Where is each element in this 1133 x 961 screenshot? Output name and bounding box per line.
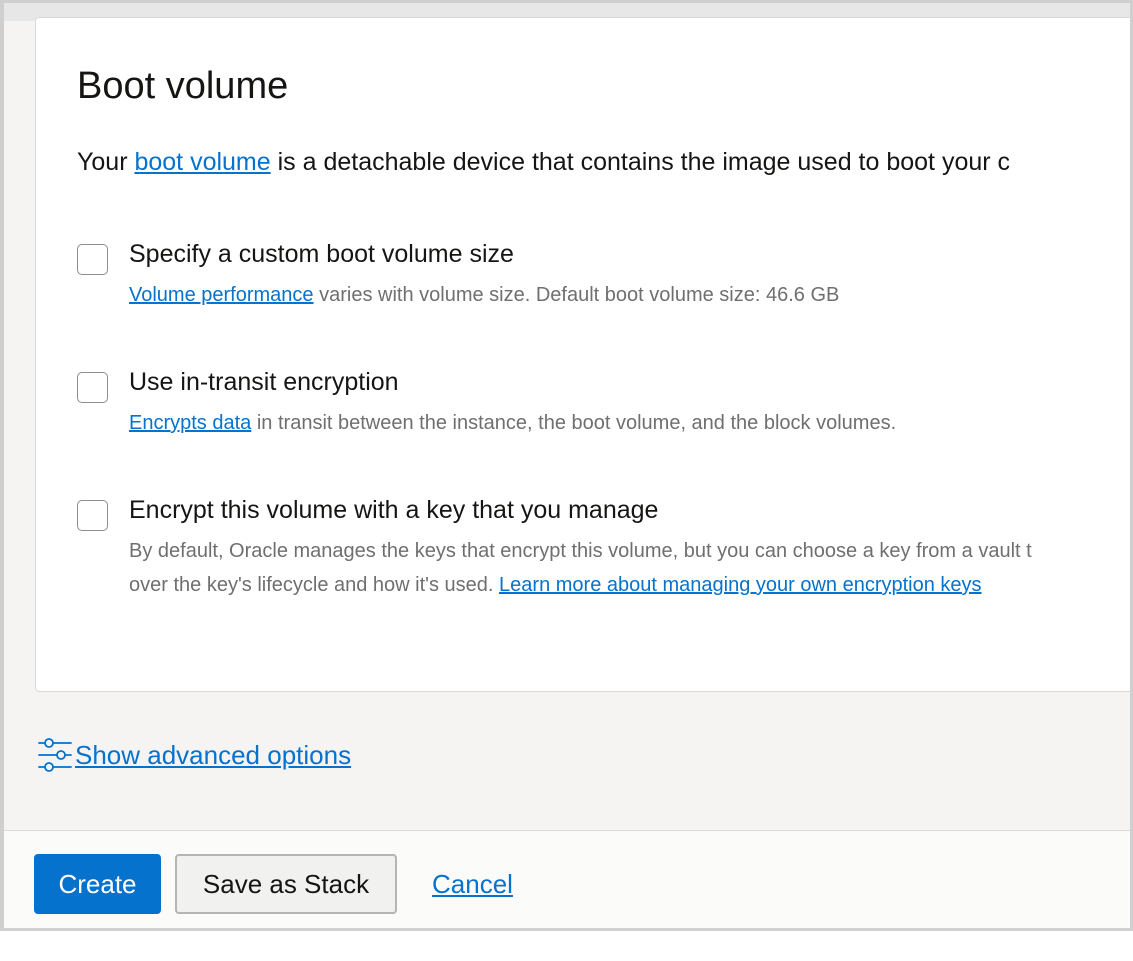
learn-more-encryption-link[interactable]: Learn more about managing your own encry… bbox=[499, 574, 982, 596]
customer-key-checkbox[interactable] bbox=[77, 500, 108, 531]
intro-suffix: is a detachable device that contains the… bbox=[270, 148, 1011, 176]
create-button[interactable]: Create bbox=[34, 854, 161, 914]
in-transit-label[interactable]: Use in-transit encryption bbox=[129, 368, 399, 397]
cancel-link[interactable]: Cancel bbox=[432, 869, 513, 900]
sliders-icon bbox=[38, 738, 72, 772]
boot-volume-link[interactable]: boot volume bbox=[134, 148, 270, 176]
customer-key-help-line2-text: over the key's lifecycle and how it's us… bbox=[129, 574, 500, 596]
section-title: Boot volume bbox=[77, 65, 289, 107]
intro-prefix: Your bbox=[77, 148, 135, 176]
in-transit-help: Encrypts data in transit between the ins… bbox=[129, 406, 896, 440]
in-transit-checkbox[interactable] bbox=[77, 372, 108, 403]
customer-key-help: By default, Oracle manages the keys that… bbox=[129, 534, 1032, 602]
customer-key-help-line1: By default, Oracle manages the keys that… bbox=[129, 540, 1032, 562]
save-as-stack-button[interactable]: Save as Stack bbox=[175, 854, 397, 914]
boot-volume-card: Boot volume Your boot volume is a detach… bbox=[35, 17, 1130, 692]
custom-size-checkbox[interactable] bbox=[77, 244, 108, 275]
encrypts-data-link[interactable]: Encrypts data bbox=[129, 412, 251, 434]
customer-key-help-line2: over the key's lifecycle and how it's us… bbox=[129, 568, 1032, 602]
in-transit-help-text: in transit between the instance, the boo… bbox=[251, 412, 897, 434]
section-intro: Your boot volume is a detachable device … bbox=[77, 148, 1010, 177]
page-frame: Boot volume Your boot volume is a detach… bbox=[0, 0, 1133, 931]
show-advanced-options-link[interactable]: Show advanced options bbox=[75, 740, 351, 771]
custom-size-help: Volume performance varies with volume si… bbox=[129, 278, 839, 312]
custom-size-help-text: varies with volume size. Default boot vo… bbox=[313, 284, 840, 306]
action-footer: Create Save as Stack Cancel bbox=[4, 830, 1130, 928]
advanced-options-toggle[interactable]: Show advanced options bbox=[37, 736, 351, 774]
custom-size-label[interactable]: Specify a custom boot volume size bbox=[129, 240, 514, 269]
customer-key-label[interactable]: Encrypt this volume with a key that you … bbox=[129, 496, 658, 525]
volume-performance-link[interactable]: Volume performance bbox=[129, 284, 314, 306]
